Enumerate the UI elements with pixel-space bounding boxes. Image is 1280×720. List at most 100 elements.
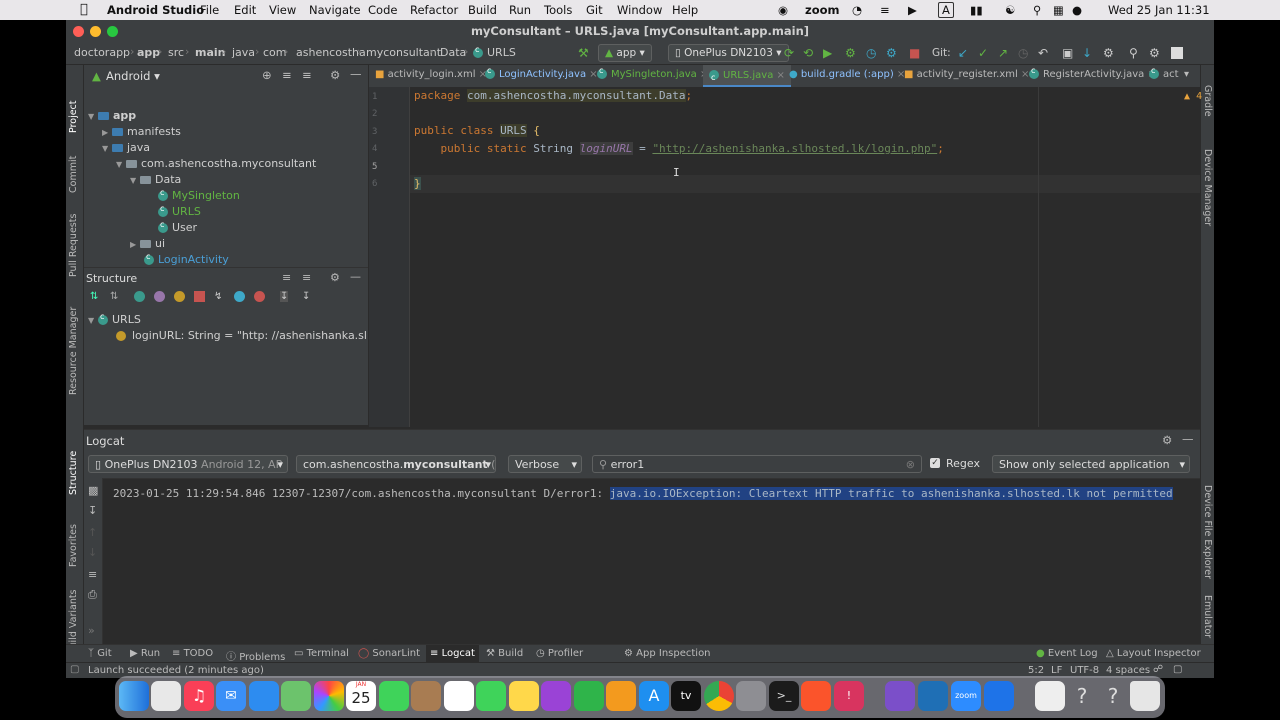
pages-icon[interactable] [606, 681, 636, 711]
breadcrumb-app[interactable]: app [137, 46, 160, 59]
app-store-icon[interactable]: A [639, 681, 669, 711]
print-icon[interactable]: ⎙ [88, 588, 97, 602]
logcat-settings-gear-icon[interactable]: ⚙ [1162, 433, 1172, 447]
rerun-icon[interactable]: ⟳ [784, 46, 794, 60]
tree-item-app[interactable]: ▼ app [88, 109, 136, 122]
messages-icon[interactable] [379, 681, 409, 711]
sort-alpha-icon[interactable]: ⇅ [110, 291, 118, 302]
git-tool-button[interactable]: ᛉ Git [88, 648, 112, 659]
chrome-icon[interactable] [704, 681, 734, 711]
hammer-icon[interactable]: ⚒ [578, 46, 589, 60]
tab-urls-active[interactable]: URLS.java × [703, 65, 791, 89]
more-icon[interactable]: » [88, 624, 95, 637]
contacts-icon[interactable] [411, 681, 441, 711]
favorites-tool-button[interactable]: Favorites [68, 524, 79, 567]
history-icon[interactable]: ◷ [1018, 46, 1028, 60]
autoscroll-to-source-icon[interactable]: ↧ [280, 291, 289, 302]
emulator-tool-button[interactable]: Emulator [1202, 595, 1213, 638]
music-icon[interactable]: ♫ [184, 681, 214, 711]
numbers-icon[interactable] [574, 681, 604, 711]
brave-icon[interactable] [801, 681, 831, 711]
down-icon[interactable]: ↓ [88, 546, 97, 559]
code-editor[interactable]: package com.ashencostha.myconsultant.Dat… [410, 87, 1202, 427]
app-menu[interactable]: Android Studio [107, 3, 204, 17]
menu-code[interactable]: Code [368, 3, 397, 17]
tab-list-chevron-icon[interactable]: ▾ [1184, 69, 1189, 80]
tab-registeractivity[interactable]: RegisterActivity.java × [1029, 66, 1156, 80]
sonarlint-tool-button[interactable]: ◯ SonarLint [358, 648, 420, 659]
expand-all-icon[interactable]: ≡ [282, 271, 291, 284]
tab-build-gradle[interactable]: ● build.gradle (:app) × [789, 69, 905, 80]
todo-tool-button[interactable]: ≡ TODO [172, 648, 213, 659]
zoom-app-icon[interactable]: zoom [951, 681, 981, 711]
profile-icon[interactable]: ◷ [866, 46, 876, 60]
tab-activity-login[interactable]: ■ activity_login.xml × [375, 69, 487, 80]
event-log-tool-button[interactable]: ● Event Log [1036, 648, 1098, 659]
apply-changes-icon[interactable]: ⟲ [803, 46, 813, 60]
logcat-tool-button[interactable]: ≡ Logcat [426, 645, 479, 663]
tree-item-java[interactable]: ▼ java [102, 141, 150, 154]
debug-icon[interactable]: ⚙ [845, 46, 856, 60]
show-lambdas-icon[interactable] [254, 291, 265, 302]
options-gear-icon[interactable]: ⚙ [330, 68, 340, 82]
menu-tools[interactable]: Tools [544, 3, 572, 17]
sync-project-icon[interactable]: ⚙ [1103, 46, 1114, 60]
regex-checkbox[interactable]: ✓ [930, 458, 940, 468]
line-separator[interactable]: LF [1051, 665, 1062, 676]
hide-logcat-icon[interactable]: — [1182, 432, 1194, 446]
terminal-tool-button[interactable]: ▭ Terminal [294, 648, 349, 659]
breadcrumb-ashencostha[interactable]: ashencostha [296, 46, 366, 59]
system-preferences-icon[interactable] [736, 681, 766, 711]
github-desktop-icon[interactable] [885, 681, 915, 711]
logcat-search-input[interactable]: ⚲ error1 ⊗ [592, 455, 922, 473]
device-manager-tool-button[interactable]: Device Manager [1202, 149, 1213, 226]
problems-tool-button[interactable]: ⓘ Problems [226, 648, 285, 663]
device-manager-icon[interactable]: ▣ [1062, 46, 1073, 60]
tab-activity-register[interactable]: ■ activity_register.xml × [904, 69, 1029, 80]
show-non-public-icon[interactable] [194, 291, 205, 302]
input-source-icon[interactable]: A [938, 2, 954, 18]
show-classes-icon[interactable] [134, 291, 145, 302]
breadcrumb-java[interactable]: java [232, 46, 255, 59]
lock-icon[interactable]: ☍ [1153, 664, 1163, 675]
zoom-menu-extra[interactable]: zoom [805, 3, 839, 17]
show-fields-icon[interactable] [174, 291, 185, 302]
structure-item-loginurl[interactable]: loginURL: String = "http: //ashenishanka… [116, 329, 366, 342]
vscode-icon[interactable] [918, 681, 948, 711]
apple-menu-icon[interactable]:  [80, 2, 88, 17]
caret-position[interactable]: 5:2 [1028, 665, 1044, 676]
rollback-icon[interactable]: ↶ [1038, 46, 1048, 60]
sdk-manager-icon[interactable]: ↓ [1082, 46, 1092, 60]
expand-all-icon[interactable]: ≡ [282, 68, 292, 82]
feedback-icon[interactable]: ! [834, 681, 864, 711]
tree-item-manifests[interactable]: ▶ manifests [102, 125, 181, 138]
device-file-explorer-tool-button[interactable]: Device File Explorer [1202, 485, 1213, 579]
notes-icon[interactable] [509, 681, 539, 711]
account-icon[interactable] [1171, 47, 1183, 59]
sliders-icon[interactable]: ≡ [880, 3, 890, 17]
commit-tool-button[interactable]: Commit [68, 156, 79, 193]
clock[interactable]: Wed 25 Jan 11:31 [1108, 3, 1210, 17]
run-config-select[interactable]: ▲ app ▾ [598, 44, 652, 62]
stop-icon[interactable]: ■ [909, 46, 920, 60]
file-encoding[interactable]: UTF-8 [1070, 665, 1099, 676]
menu-file[interactable]: File [200, 3, 219, 17]
build-tool-button[interactable]: ⚒ Build [486, 648, 523, 659]
trash-icon[interactable] [1130, 681, 1160, 711]
profiler-tool-button[interactable]: ◷ Profiler [536, 648, 583, 659]
clear-search-icon[interactable]: ⊗ [906, 456, 915, 472]
app-inspection-tool-button[interactable]: ⚙ App Inspection [624, 648, 711, 659]
tree-item-loginactivity[interactable]: LoginActivity [144, 252, 229, 266]
breadcrumb-data[interactable]: Data [440, 46, 466, 59]
tab-mysingleton[interactable]: MySingleton.java × [597, 66, 708, 80]
project-tool-button[interactable]: Project [68, 100, 79, 133]
options-gear-icon[interactable]: ⚙ [330, 271, 340, 284]
pull-requests-tool-button[interactable]: Pull Requests [68, 214, 79, 277]
breadcrumb-doctorapp[interactable]: doctorapp [74, 46, 130, 59]
zoom-window-icon[interactable] [107, 26, 118, 37]
reminders-icon[interactable] [444, 681, 474, 711]
show-inherited-icon[interactable]: ↯ [214, 291, 222, 302]
up-icon[interactable]: ↑ [88, 526, 97, 539]
structure-tool-button[interactable]: Structure [68, 451, 79, 495]
menu-build[interactable]: Build [468, 3, 497, 17]
